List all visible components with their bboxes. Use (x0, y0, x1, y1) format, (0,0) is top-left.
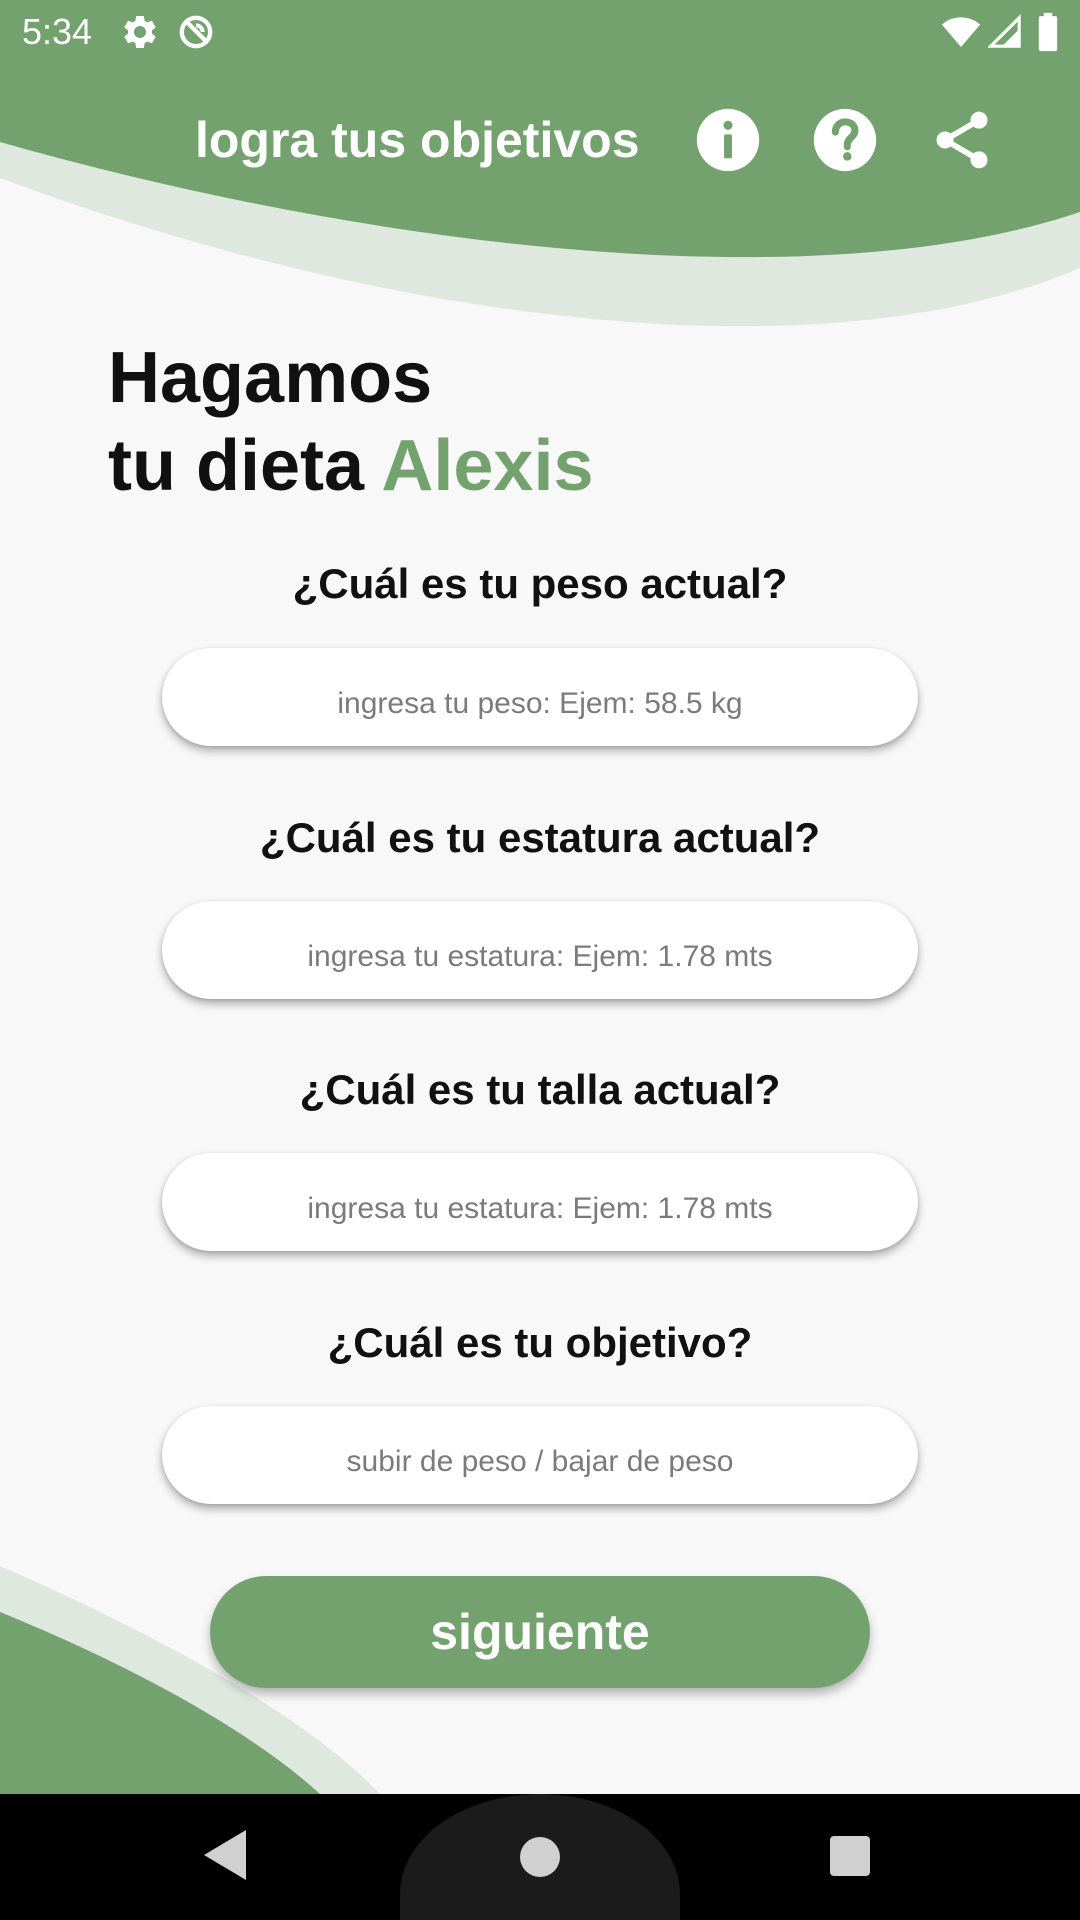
status-time: 5:34 (22, 11, 93, 52)
signal-icon (988, 14, 1021, 48)
sync-disabled-icon (179, 15, 213, 49)
status-bar: 5:34 (0, 0, 1080, 64)
goal-input[interactable] (162, 1430, 918, 1480)
home-icon (520, 1837, 560, 1877)
headline-line1: Hagamos (108, 338, 433, 418)
navigation-bar (0, 1794, 1080, 1920)
battery-icon (1038, 12, 1058, 52)
height-question: ¿Cuál es tu estatura actual? (259, 814, 821, 861)
gear-icon (124, 15, 156, 48)
height-field-container (162, 901, 918, 999)
headline-prefix: tu dieta (108, 426, 365, 506)
goal-question: ¿Cuál es tu objetivo? (327, 1319, 753, 1366)
headline-line2: tu dieta Alexis (108, 422, 594, 510)
size-question: ¿Cuál es tu talla actual? (299, 1066, 781, 1113)
weight-input[interactable] (162, 672, 918, 722)
size-input[interactable] (162, 1177, 918, 1227)
share-icon[interactable] (928, 106, 996, 174)
size-field-container (162, 1153, 918, 1251)
info-icon[interactable] (694, 106, 762, 174)
background-waves (0, 0, 1080, 1794)
back-icon[interactable] (204, 1830, 248, 1880)
user-name: Alexis (381, 426, 594, 506)
app-title: logra tus objetivos (195, 112, 640, 168)
help-icon[interactable] (811, 106, 879, 174)
goal-field-container (162, 1406, 918, 1504)
weight-field-container (162, 648, 918, 746)
wifi-icon (941, 17, 981, 47)
height-input[interactable] (162, 925, 918, 975)
headline: Hagamos tu dieta Alexis (108, 334, 594, 510)
weight-question: ¿Cuál es tu peso actual? (292, 560, 788, 607)
next-button[interactable]: siguiente (210, 1576, 870, 1688)
recents-icon[interactable] (830, 1836, 870, 1876)
home-button[interactable] (400, 1794, 680, 1920)
